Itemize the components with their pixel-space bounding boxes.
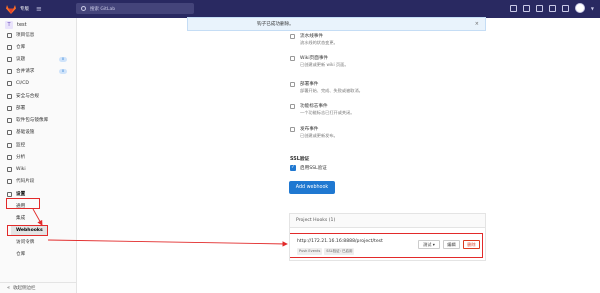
event-title: 部署事件 bbox=[300, 82, 319, 87]
annotation-arrow-right bbox=[47, 239, 288, 247]
add-webhook-button[interactable]: Add webhook bbox=[289, 181, 335, 194]
annotation-arrow-down bbox=[32, 208, 43, 226]
gitlab-webhooks-page: 专版 ≡ 搜索 GitLab ▼ T test 项目信息 仓库 议题 0 合并请求… bbox=[0, 0, 600, 293]
project-hooks-header: Project Hooks (1) bbox=[290, 214, 485, 228]
event-desc: 一个功能标志已打开或关闭。 bbox=[300, 110, 355, 115]
hook-tag: SSL验证: 已启用 bbox=[324, 248, 355, 255]
chevron-down-icon: ▾ bbox=[431, 242, 435, 247]
event-checkbox[interactable] bbox=[290, 82, 295, 87]
test-hook-dropdown[interactable]: 测试 ▾ bbox=[418, 240, 440, 249]
flash-notice: 钩子已成功删除。 × bbox=[187, 17, 486, 31]
event-title: 功能标志事件 bbox=[300, 104, 328, 109]
project-hooks-panel: Project Hooks (1) http://172.21.16.16:88… bbox=[289, 213, 486, 261]
event-title: 发布事件 bbox=[300, 127, 319, 132]
edit-hook-button[interactable]: 编辑 bbox=[443, 240, 460, 249]
event-checkbox[interactable] bbox=[290, 56, 295, 61]
event-checkbox[interactable] bbox=[290, 34, 295, 39]
event-desc: 已创建或更新发布。 bbox=[300, 133, 338, 138]
event-desc: 流水线的状态变更。 bbox=[300, 40, 338, 45]
event-desc: 部署开始、完成、失败或被取消。 bbox=[300, 88, 363, 93]
hook-url: http://172.21.16.16:8888/project/test bbox=[297, 239, 383, 244]
event-title: 流水线事件 bbox=[300, 34, 323, 39]
close-icon[interactable]: × bbox=[475, 21, 479, 27]
flash-message: 钩子已成功删除。 bbox=[257, 22, 294, 27]
ssl-checkbox-label[interactable]: 启用SSL验证 bbox=[300, 165, 327, 171]
event-desc: 已创建或更新 wiki 页面。 bbox=[300, 62, 349, 67]
hook-tags: Push Events SSL验证: 已启用 bbox=[297, 248, 355, 255]
event-checkbox[interactable] bbox=[290, 127, 295, 132]
ssl-section-title: SSL验证 bbox=[290, 157, 310, 162]
event-title: Wiki页面事件 bbox=[300, 56, 329, 61]
event-checkbox[interactable] bbox=[290, 104, 295, 109]
ssl-checkbox[interactable]: ✓ bbox=[290, 165, 296, 171]
delete-hook-button[interactable]: 删除 bbox=[463, 240, 480, 249]
hook-tag: Push Events bbox=[297, 248, 323, 255]
